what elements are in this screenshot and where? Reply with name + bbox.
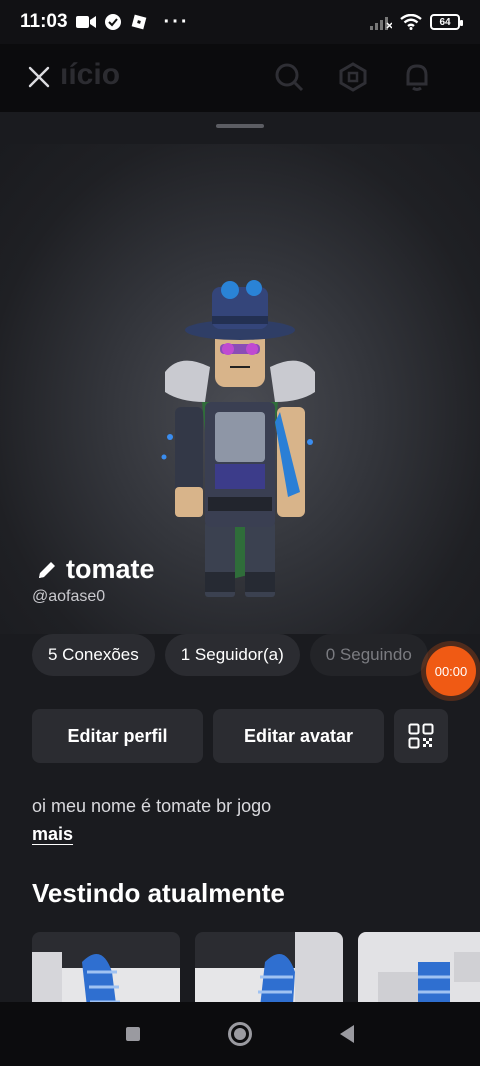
sheet-grabber[interactable] [216,124,264,128]
wearing-section-title: Vestindo atualmente [32,878,285,908]
pencil-icon[interactable] [36,559,58,581]
wearing-item[interactable] [32,932,180,1002]
status-right: 64 [370,14,463,30]
followers-pill[interactable]: 1 Seguidor(a) [164,634,300,676]
qr-code-icon [408,723,434,749]
close-button[interactable] [22,60,56,94]
status-bar: 11:03 ··· 64 [0,0,480,44]
item-thumbnail-art [258,932,343,1002]
wearing-item[interactable] [358,932,480,1002]
item-thumbnail-art [358,932,480,1002]
screen: 11:03 ··· 64 ıício tomate @aofase0 5 Con… [0,0,480,1066]
bio-text: oi meu nome é tomate br jogo [32,796,272,816]
roblox-icon [131,14,146,30]
video-camera-icon [75,16,96,28]
search-icon [275,63,304,92]
stats-row: 5 Conexões 1 Seguidor(a) 0 Seguindo [32,634,428,676]
bell-icon [406,64,428,91]
following-pill[interactable]: 0 Seguindo [309,634,428,676]
display-name-row[interactable]: tomate [36,554,155,585]
item-thumbnail-art [32,952,120,1002]
wifi-icon [400,14,422,30]
display-name: tomate [66,554,155,584]
more-dots-icon: ··· [163,10,190,33]
system-nav-bar [0,1002,480,1066]
back-triangle-icon [339,1025,354,1043]
check-badge-icon [104,14,121,30]
username: @aofase0 [32,588,106,605]
battery-icon: 64 [430,14,463,30]
wearing-items [32,932,480,1002]
close-icon [28,66,50,88]
home-button[interactable] [220,1014,260,1054]
battery-level: 64 [439,16,451,28]
profile-sheet: tomate @aofase0 5 Conexões 1 Seguidor(a)… [0,112,480,1002]
avatar-hero: tomate @aofase0 [0,144,480,634]
recents-button[interactable] [113,1014,153,1054]
back-button[interactable] [327,1014,367,1054]
edit-profile-button[interactable]: Editar perfil [32,709,203,763]
app-top-bar: ıício [0,44,480,112]
recorder-time: 00:00 [434,663,468,679]
page-title-partial: ıício [60,58,121,91]
square-icon [126,1027,141,1041]
qr-code-button[interactable] [394,709,448,763]
connections-pill[interactable]: 5 Conexões [32,634,155,676]
wearing-item[interactable] [195,932,343,1002]
edit-avatar-button[interactable]: Editar avatar [213,709,384,763]
robux-icon [339,62,367,92]
circle-icon [227,1022,252,1046]
status-time: 11:03 [20,11,68,32]
screen-recorder-button[interactable]: 00:00 [426,646,476,696]
avatar-image [161,280,315,597]
status-left: 11:03 ··· [20,11,190,34]
bio-more-link[interactable]: mais [32,824,73,845]
profile-actions: Editar perfil Editar avatar [32,709,448,763]
signal-icon [370,17,392,30]
